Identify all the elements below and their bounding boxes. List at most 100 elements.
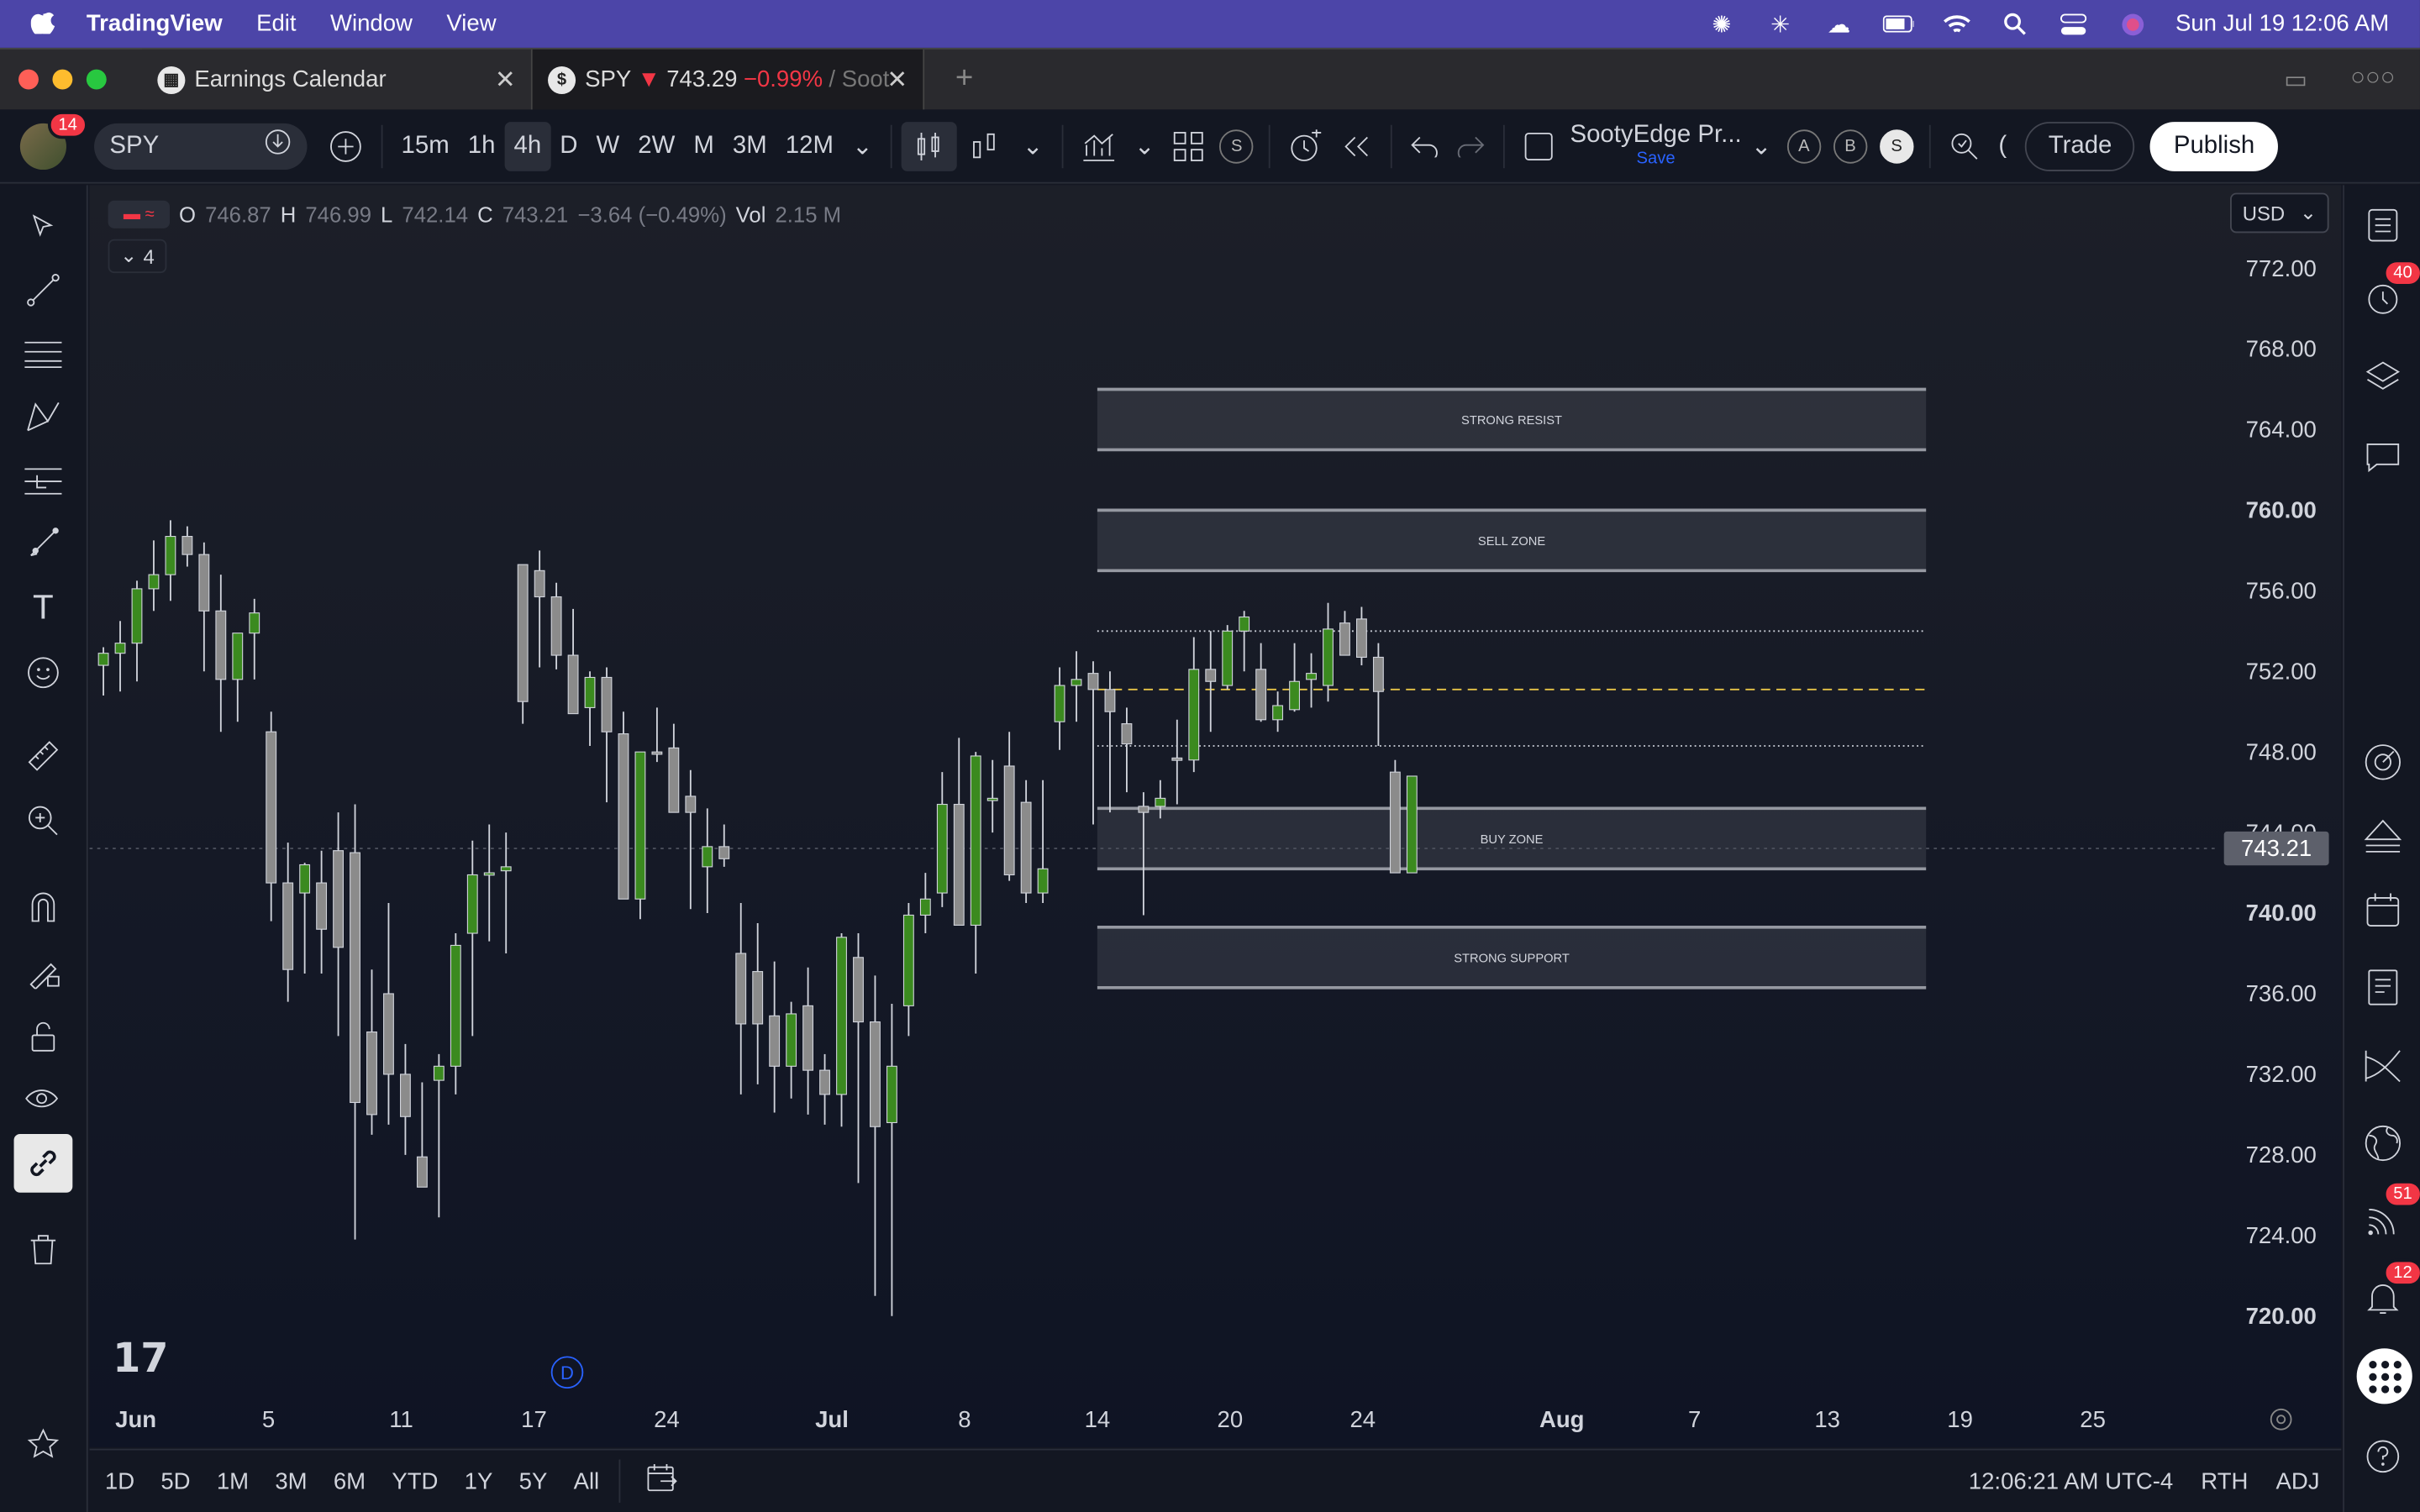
siri-icon[interactable] [2117, 12, 2148, 36]
new-tab-icon[interactable]: + [955, 61, 973, 97]
range-1d[interactable]: 1D [105, 1468, 134, 1494]
interval-1h[interactable]: 1h [459, 121, 505, 171]
adjust-toggle[interactable]: ADJ [2276, 1468, 2320, 1494]
script-chip[interactable]: S [1219, 129, 1254, 163]
text-tool-icon[interactable]: T [14, 579, 73, 638]
calendar-icon[interactable] [2358, 885, 2407, 935]
battery-icon[interactable] [1881, 12, 1913, 36]
bar-style-icon[interactable] [958, 121, 1013, 171]
chat-icon[interactable] [2358, 432, 2407, 481]
chatgpt-icon[interactable]: ✺ [1707, 12, 1738, 38]
alert-icon[interactable] [1280, 121, 1332, 171]
notifications-bell-icon[interactable]: 12 [2358, 1258, 2420, 1324]
menu-app-name[interactable]: TradingView [87, 11, 223, 37]
apps-grid-icon[interactable] [2356, 1348, 2412, 1404]
stream-icon[interactable]: 51 [2358, 1180, 2420, 1245]
publish-button[interactable]: Publish [2150, 121, 2278, 171]
tab-spy-chart[interactable]: $ SPY ▼ 743.29 −0.99% / Soot ✕ [530, 48, 925, 111]
trend-line-icon[interactable] [14, 260, 73, 319]
menu-view[interactable]: View [446, 11, 496, 37]
templates-icon[interactable] [1164, 121, 1213, 171]
interval-m[interactable]: M [684, 121, 723, 171]
trash-icon[interactable] [14, 1221, 73, 1279]
control-center-icon[interactable] [2058, 12, 2089, 36]
apple-icon[interactable] [0, 6, 87, 41]
close-tab-icon[interactable]: ✕ [886, 64, 908, 95]
close-window-button[interactable] [18, 69, 39, 90]
alerts-clock-icon[interactable]: 40 [2358, 259, 2420, 324]
range-1m[interactable]: 1M [217, 1468, 249, 1494]
currency-select[interactable]: USD ⌄ [2230, 192, 2329, 234]
visibility-icon[interactable] [14, 1071, 73, 1130]
fib-retracement-icon[interactable] [14, 324, 73, 383]
chip-b[interactable]: B [1833, 129, 1868, 163]
globe-icon[interactable] [2358, 1119, 2407, 1168]
range-5d[interactable]: 5D [160, 1468, 190, 1494]
range-5y[interactable]: 5Y [519, 1468, 548, 1494]
chip-s[interactable]: S [1879, 129, 1914, 163]
candlestick-chart[interactable]: STRONG RESIST SELL ZONE BUY ZONE STRONG SUP… [89, 185, 2342, 1446]
range-1y[interactable]: 1Y [465, 1468, 493, 1494]
layout-save-label[interactable]: Save [1637, 150, 1676, 168]
interval-12m[interactable]: 12M [776, 121, 843, 171]
range-all[interactable]: All [574, 1468, 600, 1494]
redo-icon[interactable] [1448, 121, 1494, 171]
session-toggle[interactable]: RTH [2201, 1468, 2248, 1494]
zoom-window-button[interactable] [86, 69, 107, 90]
dividend-marker[interactable]: D [550, 1356, 584, 1389]
options-icon[interactable] [2358, 1042, 2407, 1091]
menu-clock[interactable]: Sun Jul 19 12:06 AM [2175, 11, 2389, 37]
trade-button[interactable]: Trade [2025, 121, 2135, 171]
help-icon[interactable] [2358, 1431, 2407, 1481]
menu-window[interactable]: Window [330, 11, 413, 37]
undo-icon[interactable] [1402, 121, 1448, 171]
time-axis[interactable]: Jun 5 11 17 24 Jul 8 14 20 24 Aug 7 13 1… [90, 1394, 2342, 1446]
replay-icon[interactable] [1333, 121, 1382, 171]
chip-a[interactable]: A [1786, 129, 1822, 163]
forecast-icon[interactable] [14, 450, 73, 509]
settings-partial-icon[interactable]: ( [1989, 121, 2016, 171]
axis-settings-icon[interactable] [2269, 1407, 2293, 1438]
symbol-input[interactable]: SPY [109, 132, 159, 160]
pattern-icon[interactable] [14, 387, 73, 446]
interval-3m[interactable]: 3M [723, 121, 776, 171]
indicators-icon[interactable] [1072, 121, 1124, 171]
screen-layout-icon[interactable]: ▭ [2284, 64, 2307, 95]
quick-search-icon[interactable] [1940, 121, 1990, 171]
minimize-window-button[interactable] [52, 69, 73, 90]
sparkle-icon[interactable]: ✳ [1765, 12, 1796, 38]
legend-toggle-icon[interactable]: ▬ ≈ [108, 200, 171, 228]
layout-select-icon[interactable] [1514, 121, 1564, 171]
brush-icon[interactable] [14, 514, 73, 573]
sync-link-icon[interactable] [13, 1133, 73, 1193]
layout-dropdown-icon[interactable]: ⌄ [1742, 121, 1781, 171]
ruler-icon[interactable] [14, 727, 73, 785]
range-6m[interactable]: 6M [334, 1468, 366, 1494]
object-tree-icon[interactable] [2358, 352, 2407, 402]
symbol-search[interactable]: SPY [94, 123, 308, 170]
compare-add-icon[interactable] [319, 121, 371, 171]
candles-style-icon[interactable] [902, 121, 958, 171]
range-3m[interactable]: 3M [275, 1468, 307, 1494]
close-tab-icon[interactable]: ✕ [495, 64, 516, 95]
interval-15m[interactable]: 15m [392, 121, 459, 171]
avatar[interactable]: 14 [19, 110, 88, 170]
search-icon[interactable] [2000, 12, 2031, 36]
lock-drawing-icon[interactable] [14, 942, 73, 1001]
chart-pane[interactable]: STRONG RESIST SELL ZONE BUY ZONE STRONG SUP… [89, 185, 2342, 1447]
news-icon[interactable] [2358, 963, 2407, 1012]
cursor-icon[interactable] [14, 197, 73, 256]
interval-w[interactable]: W [587, 121, 629, 171]
zoom-icon[interactable] [14, 791, 73, 850]
interval-2w[interactable]: 2W [629, 121, 684, 171]
interval-4h[interactable]: 4h [504, 121, 551, 171]
tradingview-logo[interactable]: 17 [113, 1336, 168, 1383]
indicators-dropdown-icon[interactable]: ⌄ [1125, 121, 1165, 171]
watchlist-icon[interactable] [2358, 201, 2407, 250]
chart-style-dropdown-icon[interactable]: ⌄ [1013, 121, 1053, 171]
technicals-icon[interactable] [2358, 738, 2407, 787]
go-to-date-icon[interactable] [645, 1462, 679, 1499]
interval-d[interactable]: D [550, 121, 587, 171]
lock-icon[interactable] [14, 1007, 73, 1066]
range-ytd[interactable]: YTD [392, 1468, 438, 1494]
